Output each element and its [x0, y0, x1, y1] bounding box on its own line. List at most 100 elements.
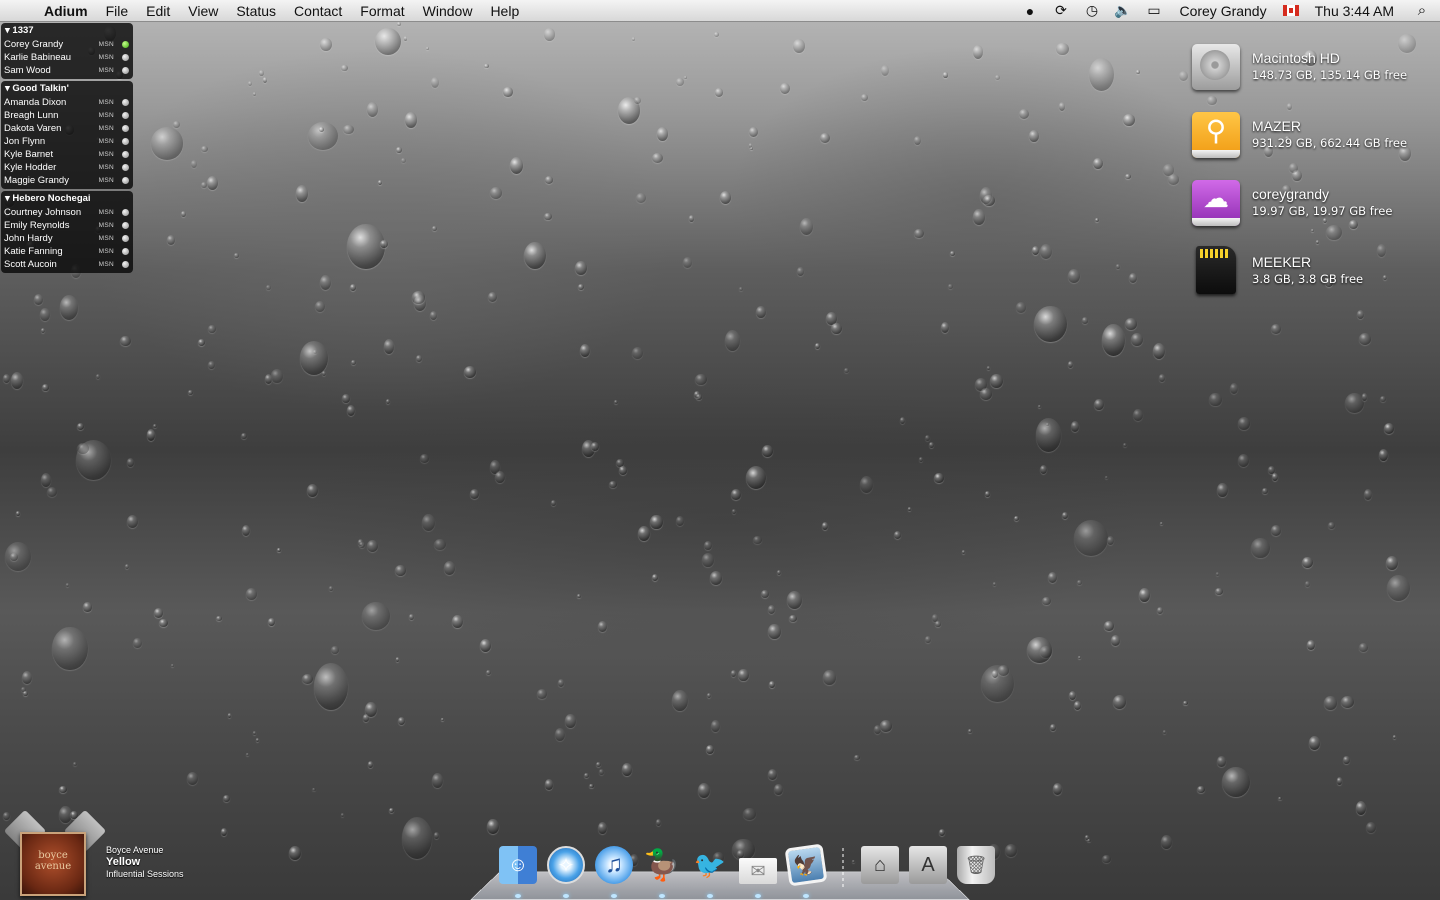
menu-help[interactable]: Help — [481, 0, 528, 22]
menu-status[interactable]: Status — [227, 0, 285, 22]
trash-icon[interactable]: 🗑 — [953, 842, 999, 888]
contact-row[interactable]: Katie Fanning MSN — [1, 245, 133, 258]
volume-name: Macintosh HD — [1252, 50, 1340, 66]
service-label: MSN — [98, 99, 114, 106]
menu-contact[interactable]: Contact — [285, 0, 351, 22]
dock-separator — [842, 848, 844, 888]
mail-icon[interactable]: ✉ — [735, 842, 781, 898]
status-dot-icon — [122, 67, 129, 74]
status-dot-icon — [122, 261, 129, 268]
hard-drive-icon[interactable] — [1190, 40, 1242, 92]
contact-name: Jon Flynn — [4, 136, 46, 147]
contact-group-header[interactable]: ▾ Hebero Nochegai — [1, 192, 133, 206]
status-dot-icon — [122, 54, 129, 61]
contact-group-header[interactable]: ▾ Good Talkin' — [1, 82, 133, 96]
app-menu[interactable]: Adium — [40, 0, 97, 22]
volume-name: coreygrandy — [1252, 186, 1330, 202]
status-dot-icon — [122, 209, 129, 216]
service-label: MSN — [98, 41, 114, 48]
status-dot-icon — [122, 151, 129, 158]
contact-row[interactable]: Maggie Grandy MSN — [1, 174, 133, 187]
fast-user-switch[interactable]: Corey Grandy — [1169, 3, 1276, 19]
now-playing-album: Influential Sessions — [106, 869, 184, 879]
volume-name: MEEKER — [1252, 254, 1312, 270]
service-label: MSN — [98, 151, 114, 158]
status-dot-icon — [122, 235, 129, 242]
sd-card-icon[interactable] — [1190, 244, 1242, 296]
menu-bar: Adium File Edit View Status Contact Form… — [0, 0, 1440, 22]
volume-icon[interactable]: 🔈 — [1107, 2, 1138, 19]
menu-file[interactable]: File — [97, 0, 138, 22]
service-label: MSN — [98, 235, 114, 242]
contact-name: Amanda Dixon — [4, 97, 67, 108]
home-stack-icon[interactable]: ⌂ — [857, 842, 903, 888]
record-icon[interactable]: ● — [1014, 3, 1045, 19]
volume-name: MAZER — [1252, 118, 1301, 134]
volume-mazer[interactable]: ⚲ MAZER 931.29 GB, 662.44 GB free — [1190, 100, 1440, 168]
menu-view[interactable]: View — [179, 0, 227, 22]
status-dot-icon — [122, 112, 129, 119]
contact-name: Breagh Lunn — [4, 110, 59, 121]
applications-stack-icon[interactable]: A — [905, 842, 951, 888]
contact-row[interactable]: Jon Flynn MSN — [1, 135, 133, 148]
menu-edit[interactable]: Edit — [137, 0, 179, 22]
service-label: MSN — [98, 112, 114, 119]
now-playing-widget: boyce avenue Boyce Avenue Yellow Influen… — [3, 809, 244, 900]
contact-row[interactable]: Kyle Hodder MSN — [1, 161, 133, 174]
status-dot-icon — [122, 222, 129, 229]
sync-icon[interactable]: ⟳ — [1045, 2, 1076, 19]
time-machine-icon[interactable]: ◷ — [1076, 2, 1107, 19]
contact-row[interactable]: Scott Aucoin MSN — [1, 258, 133, 271]
contact-name: Kyle Barnet — [4, 149, 54, 160]
menu-format[interactable]: Format — [351, 0, 413, 22]
safari-icon[interactable]: ✧ — [543, 842, 589, 898]
status-dot-icon — [122, 138, 129, 145]
contact-row[interactable]: Dakota Varen MSN — [1, 122, 133, 135]
album-art[interactable]: boyce avenue — [20, 832, 86, 896]
cloud-drive-icon[interactable]: ☁ — [1190, 176, 1242, 228]
contact-name: Karlie Babineau — [4, 52, 72, 63]
status-dot-icon — [122, 41, 129, 48]
adium-icon[interactable]: 🦆 — [639, 842, 685, 898]
menu-clock[interactable]: Thu 3:44 AM — [1305, 3, 1404, 19]
service-label: MSN — [98, 222, 114, 229]
contact-row[interactable]: Amanda Dixon MSN — [1, 96, 133, 109]
service-label: MSN — [98, 125, 114, 132]
contact-row[interactable]: Karlie Babineau MSN — [1, 51, 133, 64]
contact-name: Katie Fanning — [4, 246, 63, 257]
volume-meeker[interactable]: MEEKER 3.8 GB, 3.8 GB free — [1190, 236, 1440, 304]
menu-window[interactable]: Window — [414, 0, 482, 22]
volume-macintosh-hd[interactable]: Macintosh HD 148.73 GB, 135.14 GB free — [1190, 32, 1440, 100]
itunes-icon[interactable]: ♫ — [591, 842, 637, 898]
service-label: MSN — [98, 164, 114, 171]
dock: ☺ ✧ ♫ 🦆 🐦 ✉ 🦅 ⌂ A 🗑 — [494, 836, 1000, 898]
status-dot-icon — [122, 177, 129, 184]
contact-row[interactable]: Emily Reynolds MSN — [1, 219, 133, 232]
contact-row[interactable]: Corey Grandy MSN — [1, 38, 133, 51]
battery-icon[interactable]: ▭ — [1138, 2, 1169, 19]
contact-name: Corey Grandy — [4, 39, 64, 50]
contact-row[interactable]: Sam Wood MSN — [1, 64, 133, 77]
contact-row[interactable]: Kyle Barnet MSN — [1, 148, 133, 161]
contact-row[interactable]: Breagh Lunn MSN — [1, 109, 133, 122]
twitter-icon[interactable]: 🐦 — [687, 842, 733, 898]
contact-name: Courtney Johnson — [4, 207, 82, 218]
contact-row[interactable]: Courtney Johnson MSN — [1, 206, 133, 219]
volume-info: 19.97 GB, 19.97 GB free — [1252, 204, 1393, 218]
service-label: MSN — [98, 261, 114, 268]
input-source-flag-icon[interactable] — [1282, 5, 1299, 16]
contact-name: Emily Reynolds — [4, 220, 70, 231]
service-label: MSN — [98, 248, 114, 255]
spotlight-search-icon[interactable]: ⌕ — [1404, 2, 1440, 19]
finder-icon[interactable]: ☺ — [495, 842, 541, 898]
preview-icon[interactable]: 🦅 — [783, 842, 829, 898]
volume-coreygrandy[interactable]: ☁ coreygrandy 19.97 GB, 19.97 GB free — [1190, 168, 1440, 236]
contact-group-header[interactable]: ▾ 1337 — [1, 24, 133, 38]
contact-group: ▾ 1337 Corey Grandy MSN Karlie Babineau MSN S… — [1, 23, 133, 79]
status-dot-icon — [122, 248, 129, 255]
contact-row[interactable]: John Hardy MSN — [1, 232, 133, 245]
contact-name: Sam Wood — [4, 65, 51, 76]
now-playing-artist: Boyce Avenue — [106, 845, 164, 855]
usb-drive-icon[interactable]: ⚲ — [1190, 108, 1242, 160]
contact-group-name: Good Talkin' — [12, 83, 69, 94]
